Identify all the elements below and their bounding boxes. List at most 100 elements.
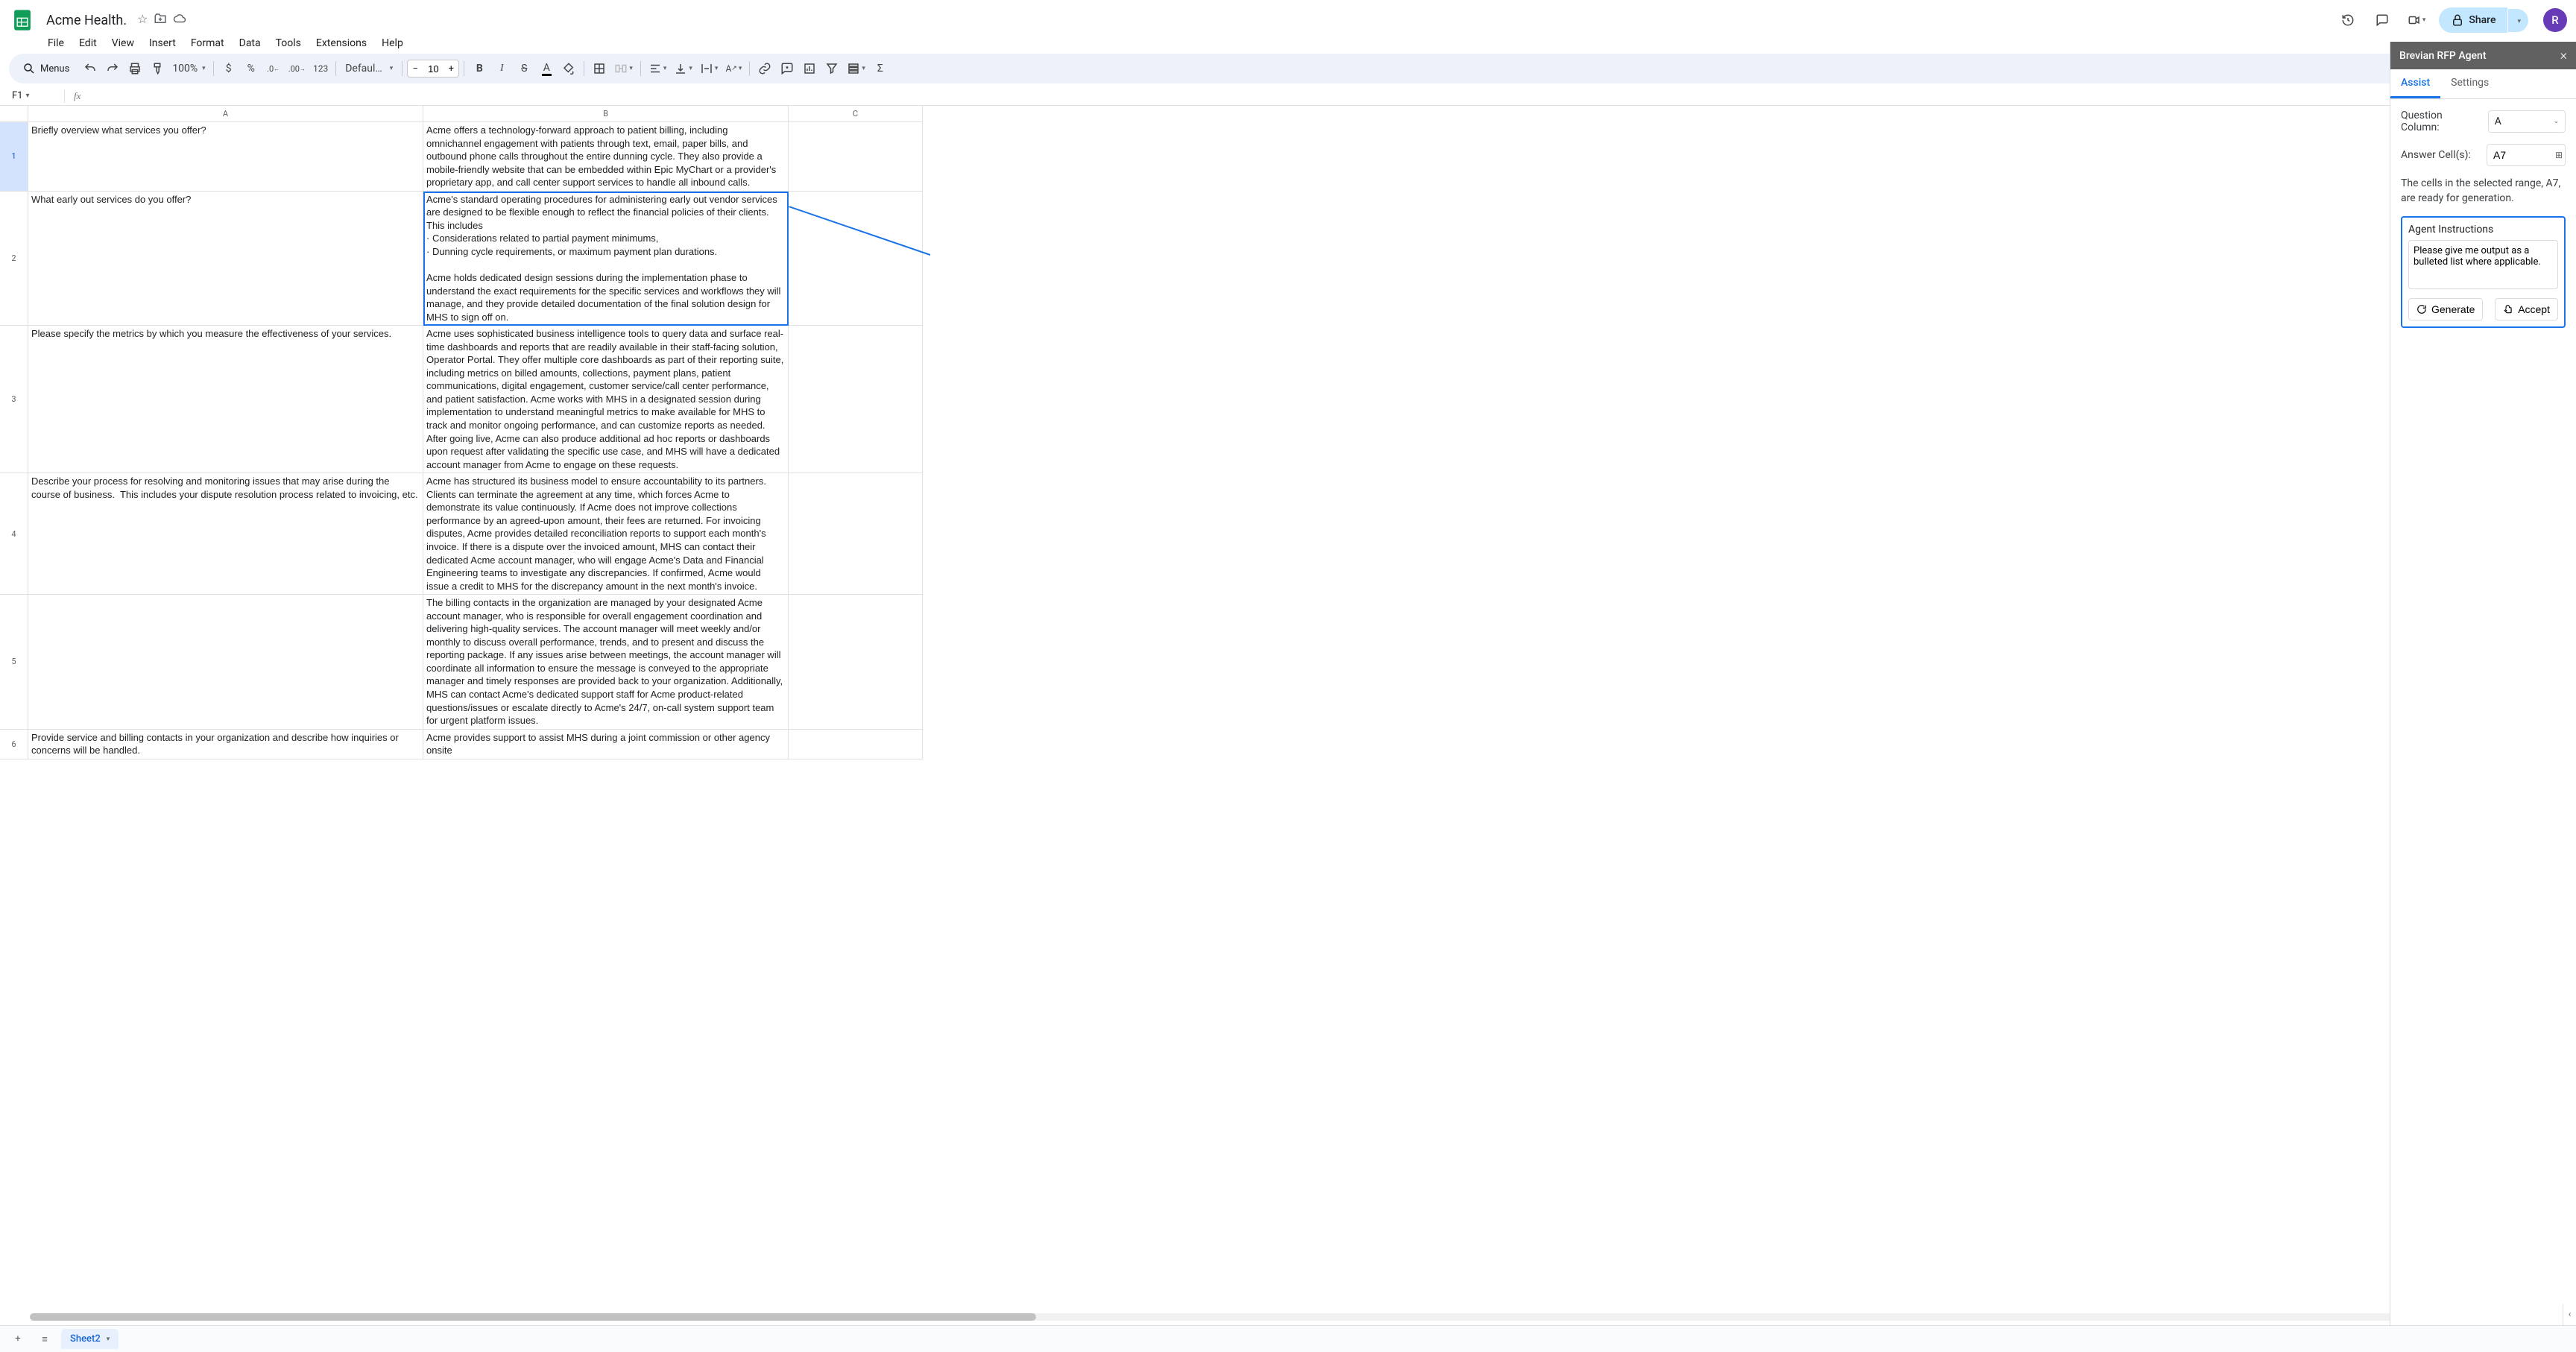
font-size-input[interactable] [423, 63, 443, 75]
star-icon[interactable]: ☆ [137, 12, 148, 28]
percent-button[interactable]: % [241, 58, 262, 79]
cell-B3[interactable]: Acme uses sophisticated business intelli… [423, 326, 789, 473]
menu-help[interactable]: Help [376, 36, 409, 51]
cell-C1[interactable] [789, 122, 923, 192]
cell-B4[interactable]: Acme has structured its business model t… [423, 473, 789, 595]
menu-view[interactable]: View [106, 36, 140, 51]
print-button[interactable] [124, 58, 145, 79]
expand-side-panel-icon[interactable]: ‹ [2569, 1309, 2572, 1319]
row-head-3[interactable]: 3 [0, 326, 28, 473]
cell-A4[interactable]: Describe your process for resolving and … [28, 473, 423, 595]
cell-C4[interactable] [789, 473, 923, 595]
font-select[interactable]: Defaul…▾ [341, 58, 397, 79]
menu-edit[interactable]: Edit [73, 36, 103, 51]
font-size-decrease[interactable]: − [408, 63, 423, 75]
row-head-5[interactable]: 5 [0, 595, 28, 729]
cell-A5[interactable] [28, 595, 423, 729]
col-head-C[interactable]: C [789, 106, 923, 122]
instructions-textarea[interactable] [2408, 240, 2558, 289]
row-head-1[interactable]: 1 [0, 122, 28, 192]
menu-tools[interactable]: Tools [270, 36, 307, 51]
decrease-decimal-button[interactable]: .0← [263, 58, 284, 79]
sheet-tab-menu-icon[interactable]: ▾ [107, 1336, 110, 1343]
cell-B1[interactable]: Acme offers a technology-forward approac… [423, 122, 789, 192]
cell-C5[interactable] [789, 595, 923, 729]
move-icon[interactable] [154, 12, 167, 28]
range-picker-icon[interactable]: ⊞ [2555, 150, 2563, 160]
wrap-button[interactable]: ▾ [697, 58, 722, 79]
rotate-button[interactable]: A↗▾ [722, 58, 745, 79]
sheets-logo[interactable] [9, 7, 36, 34]
menu-data[interactable]: Data [233, 36, 267, 51]
account-avatar[interactable]: R [2543, 8, 2567, 32]
font-size-increase[interactable]: + [443, 63, 458, 75]
name-box[interactable]: F1 ▾ [7, 90, 60, 101]
col-head-B[interactable]: B [423, 106, 789, 122]
filter-views-button[interactable]: ▾ [844, 58, 868, 79]
strikethrough-button[interactable]: S [514, 58, 534, 79]
formula-input[interactable] [85, 90, 2576, 101]
cell-A6[interactable]: Provide service and billing contacts in … [28, 730, 423, 759]
comment-button[interactable] [777, 58, 798, 79]
link-button[interactable] [754, 58, 775, 79]
row-head-2[interactable]: 2 [0, 192, 28, 326]
undo-button[interactable] [80, 58, 101, 79]
cell-C2[interactable] [789, 192, 923, 326]
search-menus[interactable]: Menus [18, 59, 78, 78]
menu-extensions[interactable]: Extensions [310, 36, 373, 51]
cell-A2[interactable]: What early out services do you offer? [28, 192, 423, 326]
sheet[interactable]: ABC 1Briefly overview what services you o… [0, 106, 2576, 1324]
borders-button[interactable] [589, 58, 610, 79]
functions-button[interactable]: Σ [870, 58, 891, 79]
cell-C6[interactable] [789, 730, 923, 759]
currency-button[interactable]: $ [218, 58, 239, 79]
tab-settings[interactable]: Settings [2440, 69, 2499, 98]
cell-B2[interactable]: Acme's standard operating procedures for… [423, 192, 789, 326]
sheet-tab-sheet2[interactable]: Sheet2 ▾ [61, 1329, 119, 1349]
share-button[interactable]: Share [2439, 7, 2507, 33]
col-head-A[interactable]: A [28, 106, 423, 122]
halign-button[interactable]: ▾ [645, 58, 670, 79]
accept-button[interactable]: Accept [2495, 298, 2558, 320]
namebox-dropdown-icon[interactable]: ▾ [26, 92, 30, 100]
italic-button[interactable]: I [491, 58, 512, 79]
more-formats-button[interactable]: 123 [310, 58, 331, 79]
paint-format-button[interactable] [147, 58, 168, 79]
chart-button[interactable] [799, 58, 820, 79]
text-color-button[interactable]: A [536, 58, 557, 79]
cell-A1[interactable]: Briefly overview what services you offer… [28, 122, 423, 192]
filter-button[interactable] [821, 58, 842, 79]
share-dropdown[interactable]: ▾ [2508, 9, 2528, 32]
fill-color-button[interactable] [558, 58, 579, 79]
redo-button[interactable] [102, 58, 123, 79]
row-head-6[interactable]: 6 [0, 730, 28, 759]
menu-format[interactable]: Format [185, 36, 230, 51]
share-label: Share [2469, 14, 2496, 26]
doc-title[interactable]: Acme Health. [42, 12, 131, 29]
bold-button[interactable]: B [469, 58, 490, 79]
row-head-4[interactable]: 4 [0, 473, 28, 595]
cell-C3[interactable] [789, 326, 923, 473]
menu-insert[interactable]: Insert [143, 36, 182, 51]
cell-B6[interactable]: Acme provides support to assist MHS duri… [423, 730, 789, 759]
select-all-corner[interactable] [0, 106, 28, 122]
merge-button[interactable]: ▾ [611, 58, 636, 79]
all-sheets-button[interactable]: ≡ [34, 1329, 55, 1350]
cell-B5[interactable]: The billing contacts in the organization… [423, 595, 789, 729]
answer-cells-input[interactable] [2487, 144, 2566, 166]
zoom-select[interactable]: 100%▾ [169, 58, 208, 79]
tab-assist[interactable]: Assist [2390, 69, 2440, 98]
valign-button[interactable]: ▾ [671, 58, 695, 79]
question-column-select[interactable]: A ⌄ [2488, 110, 2566, 133]
menu-file[interactable]: File [42, 36, 70, 51]
increase-decimal-button[interactable]: .00→ [285, 58, 309, 79]
generate-button[interactable]: Generate [2408, 298, 2483, 320]
meet-icon[interactable]: ▾ [2405, 8, 2429, 32]
add-sheet-button[interactable]: + [7, 1329, 28, 1350]
horizontal-scrollbar[interactable] [30, 1313, 2546, 1321]
cell-A3[interactable]: Please specify the metrics by which you … [28, 326, 423, 473]
agent-close-button[interactable]: × [2560, 48, 2567, 63]
comments-icon[interactable] [2370, 8, 2394, 32]
cloud-status-icon[interactable] [173, 12, 186, 28]
history-icon[interactable] [2336, 8, 2360, 32]
